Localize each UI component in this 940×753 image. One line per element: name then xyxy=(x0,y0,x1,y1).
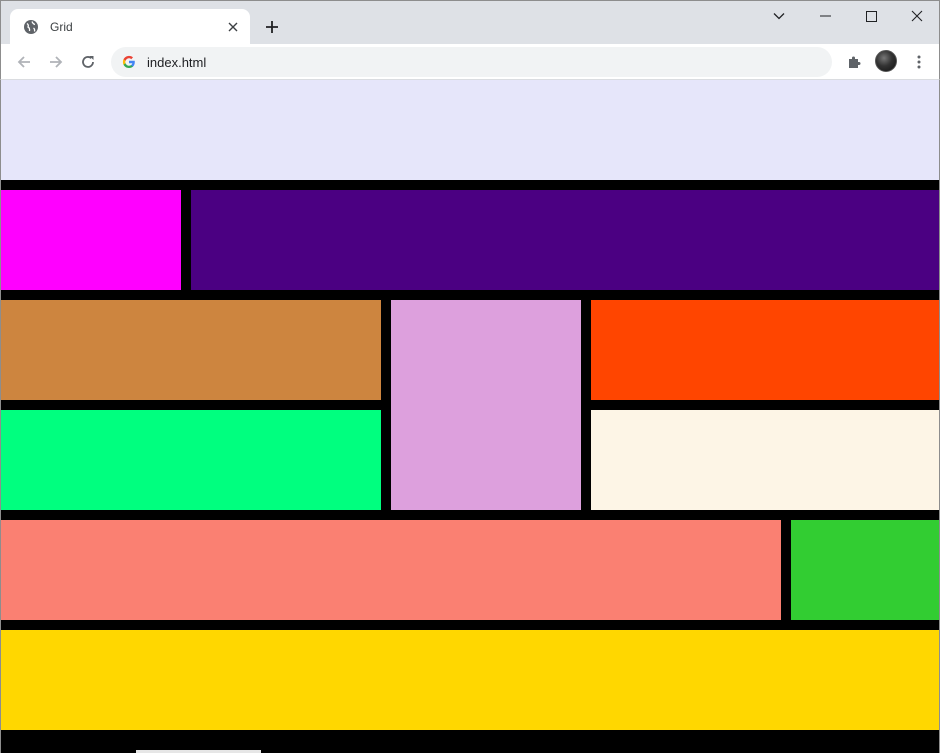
cell-e-block xyxy=(1,520,781,620)
browser-titlebar: Grid xyxy=(0,0,940,45)
reload-icon xyxy=(82,56,94,68)
sidebar-block xyxy=(1,190,181,290)
cell-a-block xyxy=(1,300,381,400)
page-viewport xyxy=(0,80,940,753)
back-arrow-icon xyxy=(17,56,30,68)
cell-d-block xyxy=(591,410,939,510)
close-icon[interactable] xyxy=(225,19,241,35)
puzzle-icon xyxy=(849,56,861,68)
close-icon xyxy=(911,10,923,22)
cell-c-block xyxy=(591,300,939,400)
chevron-down-icon xyxy=(773,13,785,20)
main-block xyxy=(191,190,939,290)
tall-center-block xyxy=(391,300,581,510)
avatar[interactable] xyxy=(875,50,897,72)
footer-block xyxy=(1,630,939,730)
minimize-button[interactable] xyxy=(811,5,839,27)
header-block xyxy=(1,80,939,180)
menu-button[interactable] xyxy=(907,50,931,74)
tab-search-button[interactable] xyxy=(765,5,793,27)
browser-tab[interactable]: Grid xyxy=(10,9,250,45)
url-text[interactable]: index.html xyxy=(147,55,206,70)
maximize-icon xyxy=(865,10,877,22)
forward-button[interactable] xyxy=(44,50,68,74)
address-bar[interactable]: index.html xyxy=(111,47,832,77)
google-g-icon xyxy=(121,54,137,70)
forward-arrow-icon xyxy=(50,56,63,68)
new-tab-button[interactable] xyxy=(261,16,283,38)
kebab-menu-icon xyxy=(917,55,921,69)
minimize-icon xyxy=(819,15,831,17)
back-button[interactable] xyxy=(12,50,36,74)
window-close-button[interactable] xyxy=(903,5,931,27)
plus-icon xyxy=(266,21,278,33)
globe-icon xyxy=(23,19,39,35)
extensions-button[interactable] xyxy=(842,50,866,74)
browser-toolbar: index.html xyxy=(0,44,940,80)
cell-f-block xyxy=(791,520,939,620)
cell-b-block xyxy=(1,410,381,510)
reload-button[interactable] xyxy=(76,50,100,74)
maximize-button[interactable] xyxy=(857,5,885,27)
tab-title: Grid xyxy=(50,20,73,34)
grid-container xyxy=(1,80,939,730)
